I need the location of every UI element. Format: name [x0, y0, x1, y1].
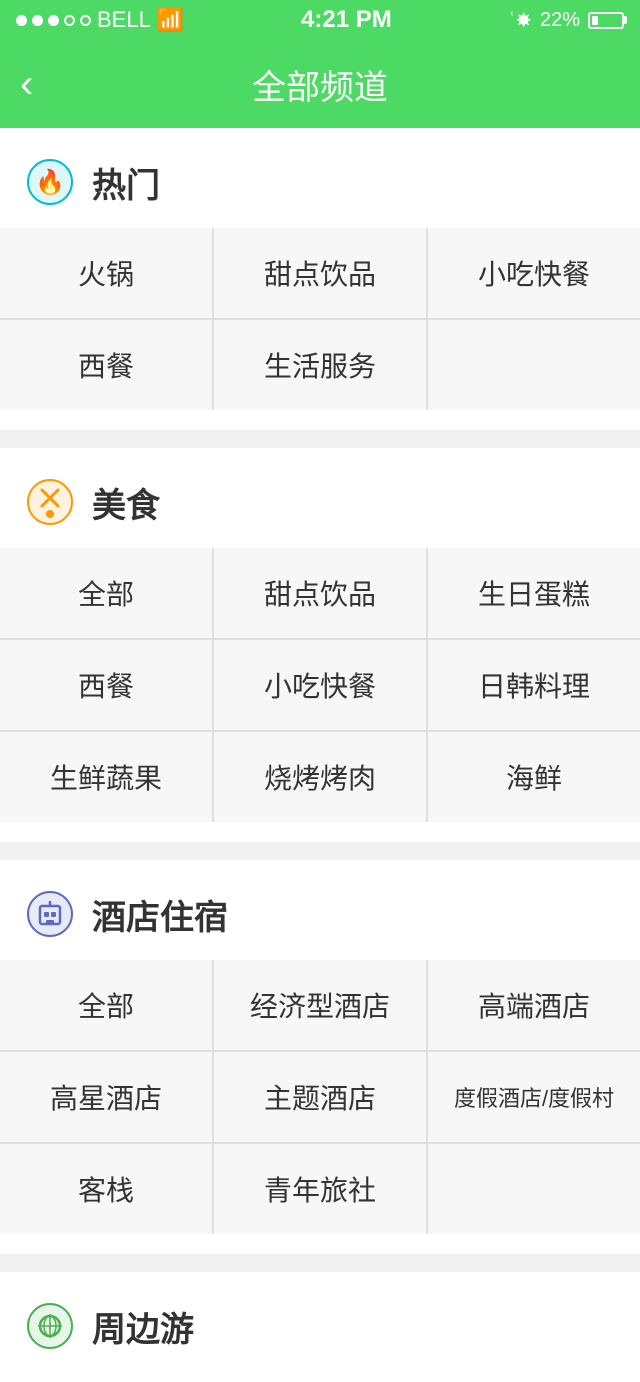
hotel-item-luxury[interactable]: 高端酒店: [428, 960, 640, 1050]
food-item-xiaochi[interactable]: 小吃快餐: [214, 640, 426, 730]
signal-dots: [16, 15, 91, 26]
hotel-item-star[interactable]: 高星酒店: [0, 1052, 212, 1142]
hotel-item-empty2: [428, 1144, 640, 1234]
hot-item-tiandian[interactable]: 甜点饮品: [214, 228, 426, 318]
section-title-food: 美食: [92, 478, 160, 527]
food-item-rihan[interactable]: 日韩料理: [428, 640, 640, 730]
status-left: BELL 📶: [16, 7, 184, 33]
tour-icon: [24, 1300, 76, 1352]
section-title-tour: 周边游: [92, 1302, 194, 1351]
section-header-hotel: 酒店住宿: [0, 860, 640, 960]
status-time: 4:21 PM: [301, 6, 392, 34]
hotel-item-hostel[interactable]: 青年旅社: [214, 1144, 426, 1234]
food-item-shaokao[interactable]: 烧烤烤肉: [214, 732, 426, 822]
section-header-tour: 周边游: [0, 1272, 640, 1372]
section-header-hot: 🔥 热门: [0, 128, 640, 228]
food-item-tiandian[interactable]: 甜点饮品: [214, 548, 426, 638]
status-bar: BELL 📶 4:21 PM ʿ✸ 22%: [0, 0, 640, 40]
food-icon: [24, 476, 76, 528]
wifi-icon: 📶: [157, 7, 184, 33]
section-hot: 🔥 热门 火锅 甜点饮品 小吃快餐 西餐 生活服务: [0, 128, 640, 430]
hot-item-huoguo[interactable]: 火锅: [0, 228, 212, 318]
hot-item-xican[interactable]: 西餐: [0, 320, 212, 410]
battery-icon: [588, 12, 624, 29]
section-header-food: 美食: [0, 448, 640, 548]
hotel-item-inn[interactable]: 客栈: [0, 1144, 212, 1234]
hotel-grid: 全部 经济型酒店 高端酒店 高星酒店 主题酒店 度假酒店/度假村 客栈 青年旅社: [0, 960, 640, 1234]
hotel-icon: [24, 888, 76, 940]
content-area: 🔥 热门 火锅 甜点饮品 小吃快餐 西餐 生活服务 美食: [0, 128, 640, 1382]
hotel-item-theme[interactable]: 主题酒店: [214, 1052, 426, 1142]
section-tour: 周边游: [0, 1272, 640, 1382]
section-title-hot: 热门: [92, 158, 160, 207]
food-item-haixian[interactable]: 海鲜: [428, 732, 640, 822]
food-item-all[interactable]: 全部: [0, 548, 212, 638]
back-button[interactable]: ‹: [20, 64, 33, 104]
nav-bar: ‹ 全部频道: [0, 40, 640, 128]
food-item-shengxian[interactable]: 生鲜蔬果: [0, 732, 212, 822]
hot-item-xiaochi[interactable]: 小吃快餐: [428, 228, 640, 318]
hotel-item-all[interactable]: 全部: [0, 960, 212, 1050]
hot-item-shenghuo[interactable]: 生活服务: [214, 320, 426, 410]
section-title-hotel: 酒店住宿: [92, 890, 228, 939]
nav-title: 全部频道: [252, 60, 388, 109]
svg-text:🔥: 🔥: [35, 168, 65, 196]
section-food: 美食 全部 甜点饮品 生日蛋糕 西餐 小吃快餐 日韩料理 生鲜蔬果 烧烤烤肉 海…: [0, 448, 640, 842]
section-hotel: 酒店住宿 全部 经济型酒店 高端酒店 高星酒店 主题酒店 度假酒店/度假村 客栈…: [0, 860, 640, 1254]
food-item-cake[interactable]: 生日蛋糕: [428, 548, 640, 638]
food-grid: 全部 甜点饮品 生日蛋糕 西餐 小吃快餐 日韩料理 生鲜蔬果 烧烤烤肉 海鲜: [0, 548, 640, 822]
food-item-xican[interactable]: 西餐: [0, 640, 212, 730]
carrier-label: BELL: [97, 7, 151, 33]
hotel-item-resort[interactable]: 度假酒店/度假村: [428, 1052, 640, 1142]
hot-grid: 火锅 甜点饮品 小吃快餐 西餐 生活服务: [0, 228, 640, 410]
flame-icon: 🔥: [24, 156, 76, 208]
bluetooth-icon: ʿ✸: [509, 8, 532, 33]
hot-item-empty: [428, 320, 640, 410]
battery-percent: 22%: [540, 9, 580, 32]
status-right: ʿ✸ 22%: [509, 8, 624, 33]
hotel-item-economy[interactable]: 经济型酒店: [214, 960, 426, 1050]
